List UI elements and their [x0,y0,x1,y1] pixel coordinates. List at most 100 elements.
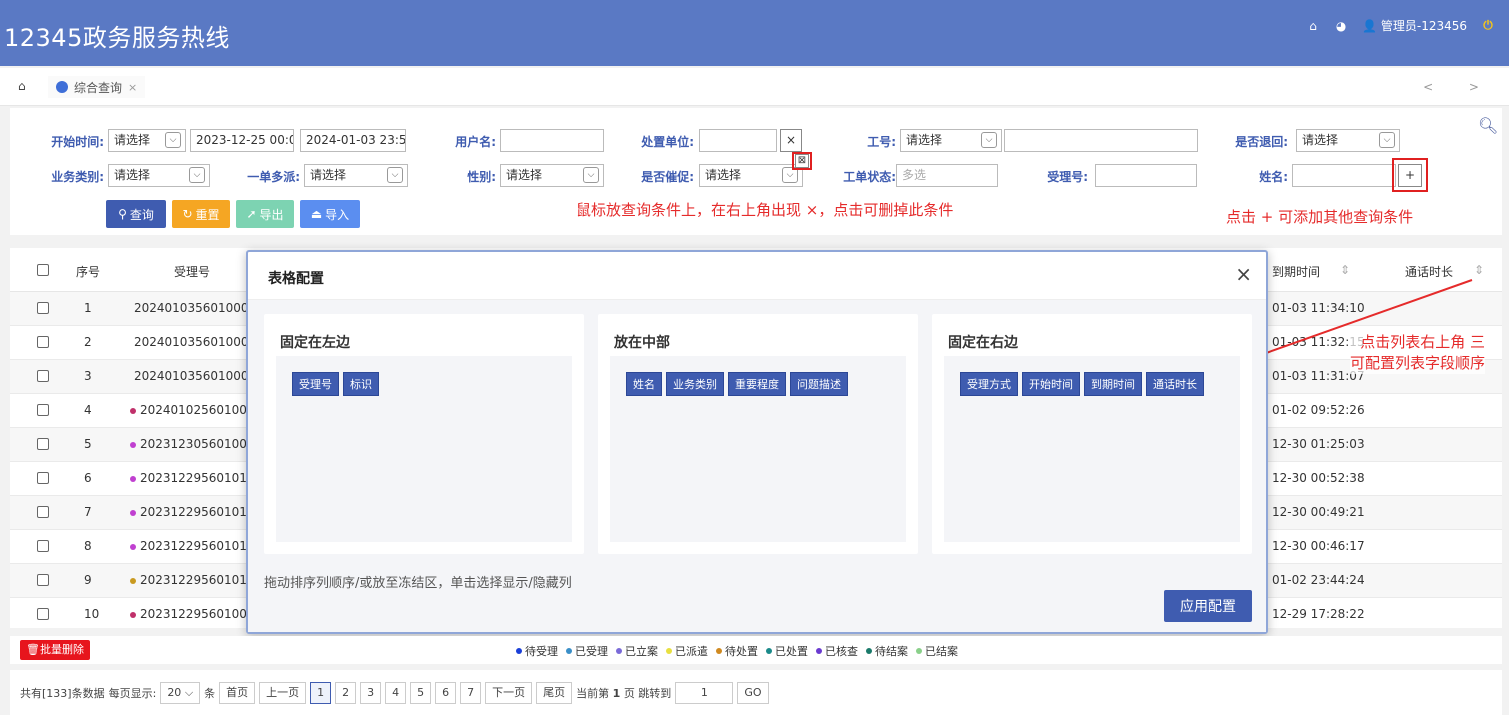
row-accept-no-cell: 202401035601000 [134,369,249,383]
panel-left-dropzone[interactable]: 受理号 标识 [276,356,572,542]
add-condition-button[interactable]: + [1398,164,1422,187]
legend-dot-icon [566,648,572,654]
biz-select[interactable]: 请选择 ⌵ [108,164,210,187]
column-chip-right[interactable]: 受理方式 [960,372,1018,396]
row-accept-no: 20231229560101 [140,573,247,587]
reset-button[interactable]: ↻ 重置 [172,200,230,228]
unit-clear-button[interactable]: × [780,129,802,152]
magnifier-icon[interactable]: 🔍︎ [1478,116,1498,135]
column-chip-right[interactable]: 到期时间 [1084,372,1142,396]
palette-icon[interactable]: ◕ [1334,19,1348,33]
row-accept-no-cell: 20231229560100 [130,607,247,621]
end-date-input[interactable]: 2024-01-03 23:5! [300,129,406,152]
page-number-button[interactable]: 5 [410,681,432,704]
export-button[interactable]: ➚ 导出 [236,200,294,228]
column-chip-middle[interactable]: 业务类别 [666,372,724,396]
panel-right-dropzone[interactable]: 受理方式 开始时间 到期时间 通话时长 [944,356,1240,542]
job-select[interactable]: 请选择 ⌵ [900,129,1002,152]
column-chip-right[interactable]: 通话时长 [1146,372,1204,396]
urge-select[interactable]: 请选择 ⌵ [699,164,803,187]
go-button[interactable]: GO [737,681,769,704]
row-checkbox[interactable] [37,336,49,348]
next-page-button[interactable]: 下一页 [485,681,533,704]
status-dot-icon [130,475,136,482]
job-input[interactable] [1004,129,1198,152]
first-page-button[interactable]: 首页 [219,681,256,704]
close-icon[interactable]: × [1235,262,1252,286]
panel-middle-dropzone[interactable]: 姓名 业务类别 重要程度 问题描述 [610,356,906,542]
username-input[interactable] [500,129,604,152]
status-legend: 待受理 已受理 已立案 已派遣 待处置 已处置 已核查 待结案 已结案 [516,643,958,659]
last-page-button[interactable]: 尾页 [536,681,573,704]
tab-bar: ⌂ 综合查询 × < > [0,68,1509,106]
legend-dot-icon [916,648,922,654]
tab-close-icon[interactable]: × [128,81,137,94]
per-page-select[interactable]: 20 ⌵ [160,681,201,704]
page-number-button[interactable]: 3 [360,681,382,704]
page-number-button[interactable]: 2 [335,681,357,704]
accept-no-input[interactable] [1095,164,1197,187]
start-date-input[interactable]: 2023-12-25 00:0( [190,129,294,152]
per-page-unit: 条 [204,686,216,700]
import-button[interactable]: ⏏ 导入 [300,200,360,228]
batch-delete-button[interactable]: 🗑︎批量删除 [20,640,90,660]
row-accept-no-cell: 202401035601000 [134,301,249,315]
row-checkbox[interactable] [37,608,49,620]
remove-condition-icon[interactable]: ⊠ [795,154,809,168]
row-checkbox[interactable] [37,438,49,450]
column-chip-middle[interactable]: 问题描述 [790,372,848,396]
column-chip-right[interactable]: 开始时间 [1022,372,1080,396]
trash-icon: 🗑︎ [26,643,40,656]
name-input[interactable] [1292,164,1396,187]
jump-page-input[interactable]: 1 [675,681,734,704]
row-accept-no-cell: 20231229560101 [130,573,247,587]
page-number-button[interactable]: 6 [435,681,457,704]
select-all-checkbox[interactable] [37,264,49,276]
power-icon[interactable]: ⏻ [1481,18,1495,33]
home-tab-icon[interactable]: ⌂ [18,79,26,93]
tab-label: 综合查询 [74,80,123,95]
column-chip-left[interactable]: 受理号 [292,372,339,396]
dialog-hint: 拖动排序列顺序/或放至冻结区，单击选择显示/隐藏列 [264,576,572,591]
per-page-value: 20 [167,685,182,699]
column-chip-middle[interactable]: 重要程度 [728,372,786,396]
row-due-time: 12-30 00:52:38 [1272,471,1365,485]
status-dot-icon [130,407,136,414]
legend-label: 待处置 [725,645,758,658]
prev-page-button[interactable]: 上一页 [259,681,307,704]
multi-select[interactable]: 请选择 ⌵ [304,164,408,187]
page-number-button[interactable]: 7 [460,681,482,704]
row-checkbox[interactable] [37,472,49,484]
per-page-label: 每页显示: [108,686,157,700]
row-checkbox[interactable] [37,302,49,314]
row-checkbox[interactable] [37,506,49,518]
row-accept-no-cell: 20231229560101 [130,471,247,485]
home-icon[interactable]: ⌂ [1306,19,1320,33]
unit-input[interactable] [699,129,777,152]
col-accept-no-header[interactable]: 受理号 [174,263,210,280]
column-chip-middle[interactable]: 姓名 [626,372,662,396]
row-due-time: 12-29 17:28:22 [1272,607,1365,621]
tab-nav-arrows[interactable]: < > [1423,80,1495,94]
page-number-button[interactable]: 4 [385,681,407,704]
row-checkbox[interactable] [37,574,49,586]
legend-label: 已处置 [775,645,808,658]
gender-select[interactable]: 请选择 ⌵ [500,164,604,187]
row-checkbox[interactable] [37,370,49,382]
row-checkbox[interactable] [37,540,49,552]
status-multiselect[interactable]: 多选 [896,164,998,187]
query-button[interactable]: ⚲ 查询 [106,200,166,228]
apply-config-button[interactable]: 应用配置 [1164,590,1252,622]
legend-dot-icon [516,648,522,654]
chevron-down-icon: ⌵ [184,685,194,699]
row-checkbox[interactable] [37,404,49,416]
col-index-header[interactable]: 序号 [76,263,100,280]
row-accept-no: 202401035601000 [134,301,249,315]
start-time-select[interactable]: 请选择 ⌵ [108,129,186,152]
tab-comprehensive-query[interactable]: 综合查询 × [48,76,146,98]
user-menu[interactable]: 👤 管理员-123456 [1362,17,1467,34]
page-number-button[interactable]: 1 [310,681,332,704]
row-index: 10 [84,607,100,621]
column-chip-left[interactable]: 标识 [343,372,379,396]
returned-select[interactable]: 请选择 ⌵ [1296,129,1400,152]
